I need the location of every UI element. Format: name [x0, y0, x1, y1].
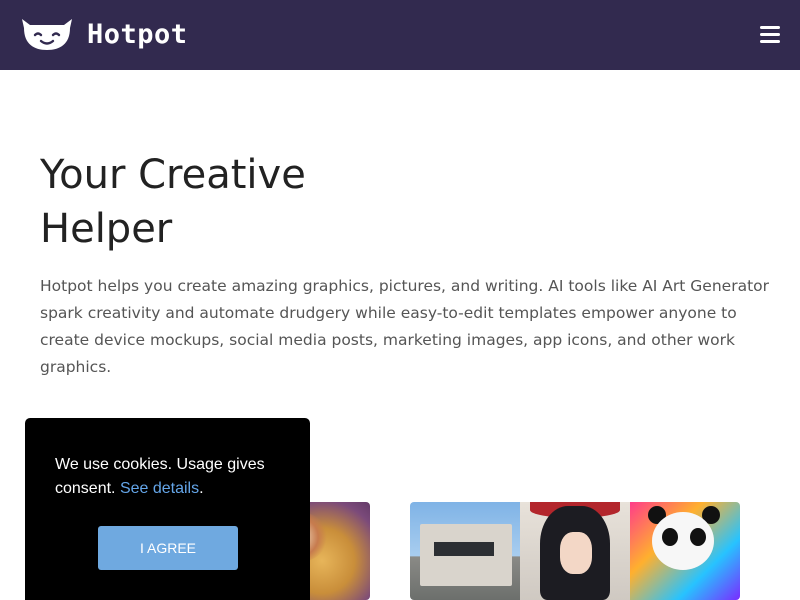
page-title: Your Creative Helper	[40, 148, 540, 256]
title-line-2: Helper	[40, 206, 173, 252]
brand-name[interactable]: Hotpot	[87, 17, 188, 53]
panda-eye	[690, 528, 706, 546]
cookie-consent-banner: We use cookies. Usage gives consent. See…	[25, 418, 310, 600]
cookie-message: We use cookies. Usage gives consent. See…	[55, 453, 290, 501]
panda-art-image	[630, 502, 740, 600]
architecture-image	[410, 502, 520, 600]
title-line-1: Your Creative	[40, 152, 306, 198]
agree-button[interactable]: I AGREE	[98, 526, 238, 570]
cookie-period: .	[199, 480, 204, 497]
feature-card-sample-images[interactable]	[410, 502, 740, 600]
menu-bar	[760, 26, 780, 29]
hero-description: Hotpot helps you create amazing graphics…	[40, 277, 769, 376]
smiling-pot-logo-icon[interactable]	[20, 16, 74, 52]
panda-eye	[662, 528, 678, 546]
character-face	[560, 532, 592, 574]
menu-bar	[760, 40, 780, 43]
hamburger-menu-icon[interactable]	[754, 22, 786, 48]
top-navbar: Hotpot	[0, 0, 800, 70]
menu-bar	[760, 33, 780, 36]
building-window	[434, 542, 494, 556]
see-details-link[interactable]: See details	[120, 480, 199, 497]
anime-character-image	[520, 502, 630, 600]
